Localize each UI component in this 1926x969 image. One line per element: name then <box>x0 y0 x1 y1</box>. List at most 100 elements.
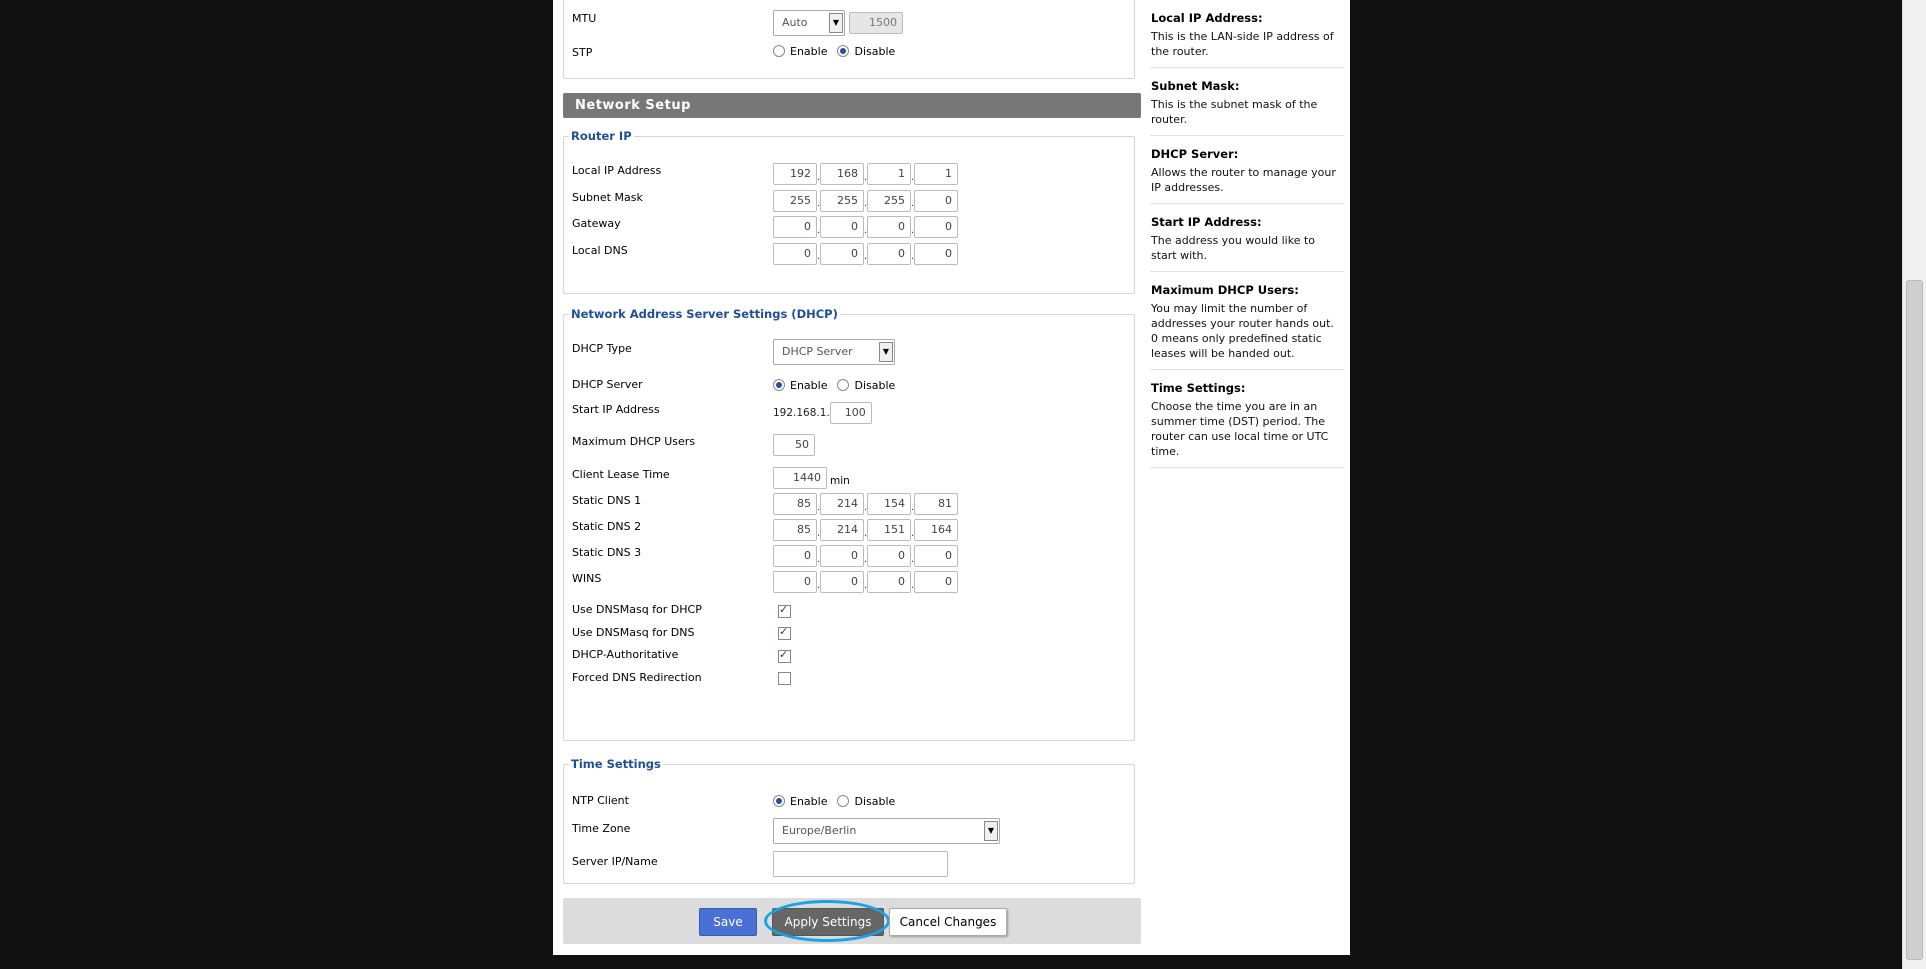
static-dns-2-octet-3[interactable]: 151 <box>867 519 911 541</box>
wins-octet-3[interactable]: 0 <box>867 571 911 593</box>
wins-octet-4[interactable]: 0 <box>914 571 958 593</box>
time-settings-box: Time Settings NTP Client Enable Disable … <box>563 757 1135 884</box>
help-title: Start IP Address: <box>1151 215 1262 229</box>
gateway-octet-4[interactable]: 0 <box>914 216 958 238</box>
static-dns-1-octet-4[interactable]: 81 <box>914 493 958 515</box>
gateway-octet-1[interactable]: 0 <box>773 216 817 238</box>
help-item: Subnet Mask: This is the subnet mask of t… <box>1150 68 1344 136</box>
server-label: Server IP/Name <box>572 855 658 868</box>
subnet-mask-octet-1[interactable]: 255 <box>773 189 817 212</box>
local-dns-label: Local DNS <box>572 243 628 257</box>
help-description: This is the LAN-side IP address of the r… <box>1151 30 1334 58</box>
static-dns-3-octet-1[interactable]: 0 <box>773 545 817 567</box>
static-dns-1-octet-2[interactable]: 214 <box>820 493 864 515</box>
network-setup-banner: Network Setup <box>563 93 1141 118</box>
dnsmasq-dhcp-row: Use DNSMasq for DHCP <box>572 602 1126 626</box>
forced-dns-redirection-checkbox[interactable] <box>778 672 791 685</box>
local-dns-octet-2[interactable]: 0 <box>820 242 864 265</box>
dnsmasq-dns-checkbox[interactable] <box>778 625 791 640</box>
gateway-label: Gateway <box>572 217 621 230</box>
local-ip-label: Local IP Address <box>572 164 662 177</box>
static-dns-2-octet-4[interactable]: 164 <box>914 519 958 541</box>
mtu-value-input[interactable]: 1500 <box>849 12 903 34</box>
dhcp-authoritative-label: DHCP-Authoritative <box>572 648 679 661</box>
max-users-input[interactable]: 50 <box>773 434 815 456</box>
local-dns-octet-1[interactable]: 0 <box>773 242 817 265</box>
wins-octet-2[interactable]: 0 <box>820 571 864 593</box>
subnet-mask-octet-3[interactable]: 255 <box>867 189 911 212</box>
ntp-enable-radio[interactable] <box>773 795 785 807</box>
start-ip-input[interactable]: 100 <box>829 402 872 424</box>
help-item: Time Settings: Choose the time you are in… <box>1150 370 1344 468</box>
static-dns-1-octet-3[interactable]: 154 <box>867 493 911 515</box>
dhcp-server-disable-radio[interactable] <box>837 379 850 391</box>
help-title: Subnet Mask: <box>1151 79 1240 93</box>
stp-disable-radio[interactable] <box>837 45 850 57</box>
wins-octet-1[interactable]: 0 <box>773 571 817 593</box>
ntp-client-label: NTP Client <box>572 794 629 807</box>
static-dns-3-row: Static DNS 30.0.0.0 <box>572 545 1126 569</box>
start-ip-row: Start IP Address 192.168.1. 100 <box>572 402 1126 426</box>
wins-label: WINS <box>572 572 602 585</box>
local-ip-octet-4[interactable]: 1 <box>914 163 958 185</box>
static-dns-2-octet-2[interactable]: 214 <box>820 519 864 541</box>
max-users-label: Maximum DHCP Users <box>572 435 696 448</box>
dhcp-server-label: DHCP Server <box>572 378 643 391</box>
ntp-client-row: NTP Client Enable Disable <box>572 794 896 808</box>
static-dns-3-label: Static DNS 3 <box>572 546 642 559</box>
help-item: Local IP Address: This is the LAN-side IP… <box>1150 0 1344 68</box>
help-description: This is the subnet mask of the router. <box>1151 98 1318 126</box>
dhcp-server-enable-radio[interactable] <box>773 379 785 391</box>
chevron-down-icon: ▼ <box>879 342 893 362</box>
static-dns-1-label: Static DNS 1 <box>572 494 642 507</box>
time-zone-row: Time Zone Europe/Berlin ▼ <box>572 818 1126 845</box>
lease-time-input[interactable]: 1440 <box>773 467 827 489</box>
static-dns-3-octet-3[interactable]: 0 <box>867 545 911 567</box>
dhcp-authoritative-checkbox[interactable] <box>778 648 791 663</box>
static-dns-3-octet-4[interactable]: 0 <box>914 545 958 567</box>
mtu-mode-select[interactable]: Auto ▼ <box>773 10 845 36</box>
local-dns-octet-4[interactable]: 0 <box>914 242 958 265</box>
apply-settings-button[interactable]: Apply Settings <box>772 908 884 936</box>
cancel-changes-button[interactable]: Cancel Changes <box>889 908 1007 936</box>
local-dns-octet-3[interactable]: 0 <box>867 242 911 265</box>
local-ip-octet-2[interactable]: 168 <box>820 163 864 185</box>
help-description: Allows the router to manage your IP addr… <box>1151 166 1336 194</box>
scrollbar-thumb[interactable] <box>1906 280 1923 960</box>
help-description: Choose the time you are in an summer tim… <box>1151 400 1329 458</box>
help-item: Maximum DHCP Users: You may limit the num… <box>1150 272 1344 370</box>
router-ip-box: Router IP Local IP Address 192. 168. 1. 1 Sub… <box>563 129 1135 294</box>
static-dns-1-octet-1[interactable]: 85 <box>773 493 817 515</box>
subnet-mask-label: Subnet Mask <box>572 190 643 204</box>
dhcp-type-row: DHCP Type DHCP Server ▼ <box>572 339 1126 365</box>
help-title: Local IP Address: <box>1151 11 1263 25</box>
static-dns-2-row: Static DNS 2 85. 214. 151. 164 <box>572 519 1126 543</box>
gateway-octet-2[interactable]: 0 <box>820 216 864 238</box>
stp-enable-radio[interactable] <box>773 45 785 57</box>
subnet-mask-octet-2[interactable]: 255 <box>820 189 864 212</box>
scrollbar[interactable] <box>1902 0 1926 969</box>
forced-dns-redirection-label: Forced DNS Redirection <box>572 670 702 684</box>
local-ip-octet-3[interactable]: 1 <box>867 163 911 185</box>
gateway-octet-3[interactable]: 0 <box>867 216 911 238</box>
server-input[interactable] <box>773 851 948 877</box>
help-description: The address you would like to start with… <box>1151 234 1316 262</box>
dhcp-server-row: DHCP Server Enable Disable <box>572 378 896 392</box>
mtu-row: MTU Auto ▼ 1500 <box>572 10 1126 36</box>
dnsmasq-dhcp-checkbox[interactable] <box>778 603 791 618</box>
static-dns-3-octet-2[interactable]: 0 <box>820 545 864 567</box>
local-ip-octet-1[interactable]: 192 <box>773 163 817 185</box>
subnet-mask-octet-4[interactable]: 0 <box>914 189 958 212</box>
start-ip-prefix: 192.168.1. <box>773 407 830 419</box>
subnet-mask-row: Subnet Mask 255. 255. 255. 0 <box>572 189 1126 214</box>
router-ip-legend: Router IP <box>571 129 632 143</box>
save-button[interactable]: Save <box>699 908 757 936</box>
wins-row: WINS 0. 0. 0. 0 <box>572 571 1126 595</box>
static-dns-2-octet-1[interactable]: 85 <box>773 519 817 541</box>
ntp-disable-radio[interactable] <box>837 795 850 807</box>
dhcp-type-select[interactable]: DHCP Server ▼ <box>773 339 895 365</box>
time-zone-select[interactable]: Europe/Berlin ▼ <box>773 818 1000 844</box>
static-dns-1-row: Static DNS 1 85. 214. 154. 81 <box>572 493 1126 517</box>
forced-dns-redirection-row: Forced DNS Redirection <box>572 670 1126 694</box>
settings-main: MTU Auto ▼ 1500 STP Enable Disable Netwo… <box>563 0 1143 955</box>
